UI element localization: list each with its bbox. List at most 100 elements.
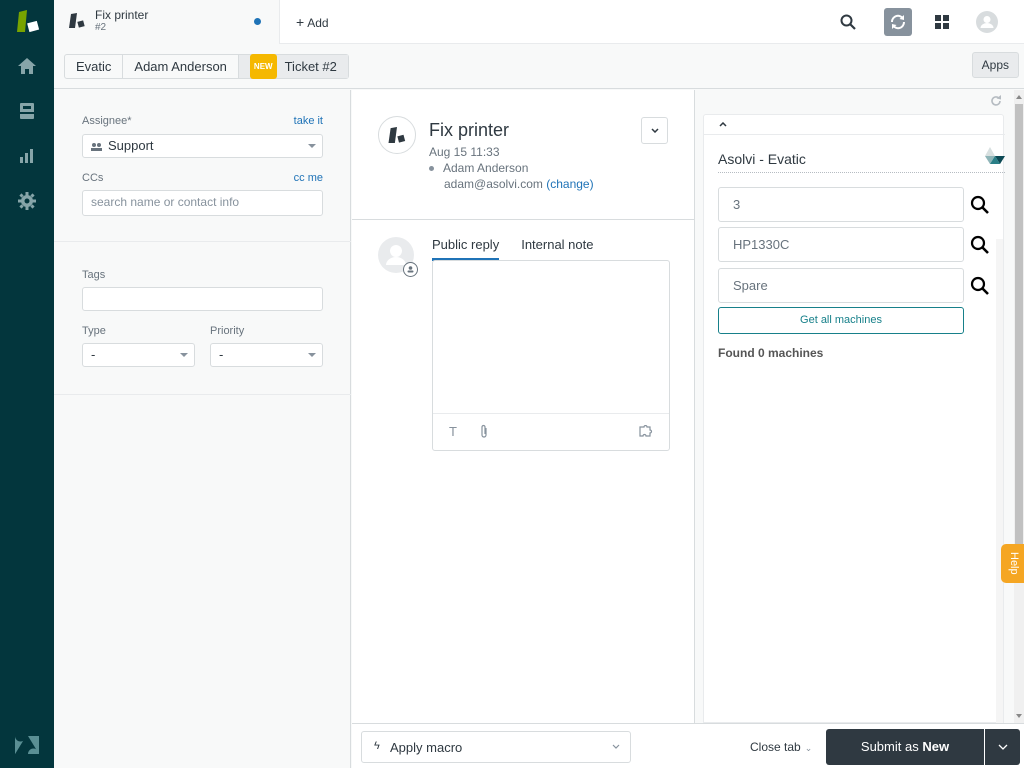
agent-avatar xyxy=(378,237,418,277)
search-icon[interactable] xyxy=(970,276,990,296)
apps-button[interactable]: Apps xyxy=(971,52,1019,78)
fields-section: Tags Type - Priority - xyxy=(54,242,351,395)
plus-icon: + xyxy=(296,14,305,30)
asolvi-logo-icon xyxy=(985,147,1005,164)
tab-internal-note[interactable]: Internal note xyxy=(521,237,593,261)
nav-home[interactable] xyxy=(0,44,54,88)
top-bar: Fix printer #2 + Add xyxy=(54,0,1024,44)
ccs-placeholder: search name or contact info xyxy=(91,195,240,209)
tab-public-reply[interactable]: Public reply xyxy=(432,237,500,261)
ticket-tab[interactable]: Fix printer #2 xyxy=(54,0,280,44)
ticket-avatar xyxy=(378,116,416,154)
breadcrumb-ticket[interactable]: NEW Ticket #2 xyxy=(238,54,348,79)
ccs-input[interactable]: search name or contact info xyxy=(82,190,323,216)
apps-scrollbar[interactable] xyxy=(1014,90,1024,723)
user-avatar-icon xyxy=(976,11,998,33)
requester-sub-icon xyxy=(403,262,418,277)
submit-button[interactable]: Submit as New xyxy=(826,729,984,765)
user-menu-button[interactable] xyxy=(973,8,1001,36)
cc-me-link[interactable]: cc me xyxy=(294,172,323,184)
nav-admin[interactable] xyxy=(0,179,54,223)
bottom-action-bar: ϟ Apply macro Close tab ⌄ Submit as New xyxy=(352,723,1024,768)
app-inner-scrollbar[interactable] xyxy=(996,239,1003,724)
unsaved-indicator xyxy=(254,18,261,25)
submit-status: New xyxy=(922,739,950,754)
requester-name[interactable]: Adam Anderson xyxy=(429,161,528,175)
priority-value: - xyxy=(219,347,224,362)
zendesk-logo[interactable] xyxy=(15,736,39,754)
bar-chart-icon xyxy=(20,149,33,163)
refresh-button[interactable] xyxy=(884,8,912,36)
apps-panel: Asolvi - Evatic 3 HP1330C Spare Get all … xyxy=(696,90,1024,724)
close-tab-label: Close tab xyxy=(750,740,801,754)
machine-id-input[interactable]: 3 xyxy=(718,187,964,222)
person-icon xyxy=(407,266,414,273)
spare-input[interactable]: Spare xyxy=(718,268,964,303)
type-value: - xyxy=(91,347,96,362)
editor-toolbar: T xyxy=(433,413,669,450)
type-select[interactable]: - xyxy=(82,343,195,367)
tags-input[interactable] xyxy=(82,287,323,311)
assignee-select[interactable]: Support xyxy=(82,134,323,158)
search-button[interactable] xyxy=(834,8,862,36)
apps-grid-icon xyxy=(935,15,949,29)
breadcrumb: Evatic Adam Anderson NEW Ticket #2 xyxy=(64,54,349,79)
chevron-down-icon xyxy=(308,144,316,148)
email-label: adam@asolvi.com xyxy=(444,177,543,191)
breadcrumb-label: Adam Anderson xyxy=(134,59,227,74)
submit-options-button[interactable] xyxy=(985,729,1020,765)
model-input[interactable]: HP1330C xyxy=(718,227,964,262)
scroll-down-icon[interactable] xyxy=(1016,714,1022,718)
assignee-section: Assignee* take it Support CCs cc me sear… xyxy=(54,90,351,242)
chevron-down-icon: ⌄ xyxy=(804,743,813,753)
search-icon[interactable] xyxy=(970,235,990,255)
gear-icon xyxy=(18,192,36,210)
inbox-icon xyxy=(20,103,34,119)
bullet-icon xyxy=(429,166,434,172)
get-all-machines-button[interactable]: Get all machines xyxy=(718,307,964,334)
help-button[interactable]: Help xyxy=(1001,544,1024,583)
chevron-down-icon xyxy=(998,744,1007,750)
scrollbar-thumb[interactable] xyxy=(1015,104,1023,544)
attachment-icon[interactable] xyxy=(479,424,489,442)
status-badge: NEW xyxy=(249,54,277,79)
add-tab-button[interactable]: + Add xyxy=(296,14,329,30)
take-it-link[interactable]: take it xyxy=(294,115,323,127)
search-icon[interactable] xyxy=(970,195,990,215)
zendesk-product-logo[interactable] xyxy=(15,10,41,34)
scroll-up-icon[interactable] xyxy=(1016,95,1022,99)
app-collapse-toggle[interactable] xyxy=(704,115,1005,135)
found-machines-text: Found 0 machines xyxy=(718,346,824,360)
reload-apps-icon[interactable] xyxy=(990,95,1002,107)
priority-select[interactable]: - xyxy=(210,343,323,367)
assignee-label: Assignee* xyxy=(82,115,132,127)
close-tab-select[interactable]: Close tab ⌄ xyxy=(750,740,812,754)
ticket-options-button[interactable] xyxy=(641,117,668,144)
product-tray-button[interactable] xyxy=(928,8,956,36)
reply-textarea[interactable] xyxy=(433,261,669,413)
nav-views[interactable] xyxy=(0,89,54,133)
apply-macro-select[interactable]: ϟ Apply macro xyxy=(361,731,631,763)
text-format-icon[interactable]: T xyxy=(449,424,457,439)
breadcrumb-organization[interactable]: Evatic xyxy=(65,55,124,78)
chevron-down-icon xyxy=(650,128,659,133)
app-title: Asolvi - Evatic xyxy=(718,151,806,167)
tab-title: Fix printer xyxy=(95,8,149,22)
lightning-icon: ϟ xyxy=(374,740,380,752)
reply-editor: T xyxy=(432,260,670,451)
change-requester-link[interactable]: (change) xyxy=(546,177,593,191)
ticket-icon xyxy=(69,13,85,28)
conversation-panel: Fix printer Aug 15 11:33 Adam Anderson a… xyxy=(352,90,695,723)
breadcrumb-requester[interactable]: Adam Anderson xyxy=(123,55,239,78)
add-label: Add xyxy=(307,16,329,30)
app-puzzle-icon[interactable] xyxy=(639,424,655,441)
help-label: Help xyxy=(1008,552,1020,575)
breadcrumb-bar: Evatic Adam Anderson NEW Ticket #2 Apps xyxy=(54,44,1024,89)
tab-subtitle: #2 xyxy=(95,22,107,33)
ticket-icon xyxy=(388,126,406,143)
main-nav xyxy=(0,0,54,768)
search-icon xyxy=(840,14,856,30)
nav-reporting[interactable] xyxy=(0,134,54,178)
assignee-value: Support xyxy=(108,138,154,153)
requester-label: Adam Anderson xyxy=(443,161,529,175)
